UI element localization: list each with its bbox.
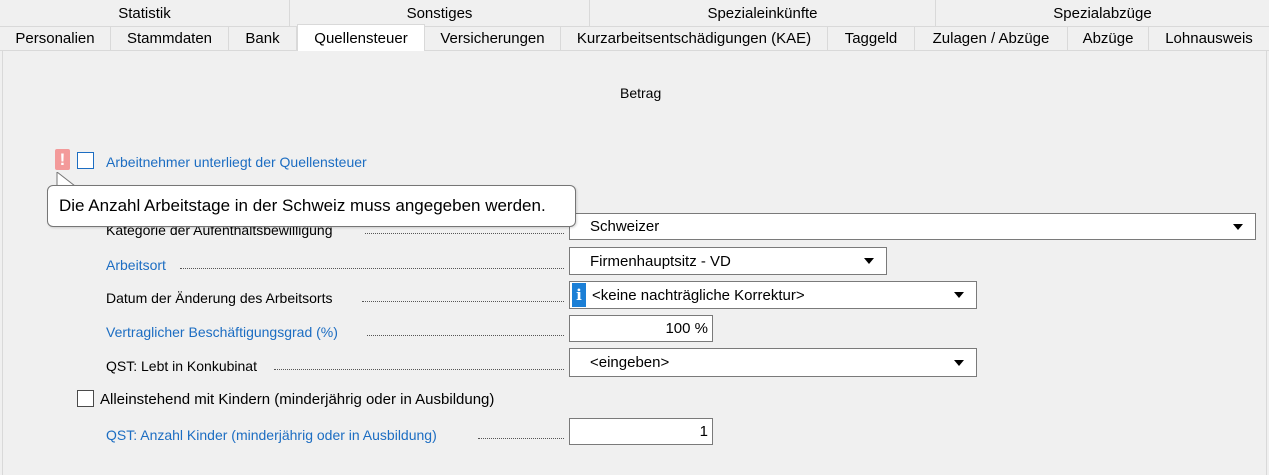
tab-spezialabzuege[interactable]: Spezialabzüge xyxy=(936,0,1269,26)
chevron-down-icon xyxy=(954,292,964,298)
tab-bank[interactable]: Bank xyxy=(229,27,297,50)
alleinstehend-label[interactable]: Alleinstehend mit Kindern (minderjährig … xyxy=(100,391,494,408)
kinder-input[interactable]: 1 xyxy=(569,418,713,445)
tab-lohnausweis[interactable]: Lohnausweis xyxy=(1149,27,1269,50)
tab-statistik[interactable]: Statistik xyxy=(0,0,290,26)
konkubinat-leader xyxy=(274,369,564,370)
konkubinat-label: QST: Lebt in Konkubinat xyxy=(106,358,257,374)
grad-input[interactable]: 100 % xyxy=(569,315,713,342)
tab-row-bottom: Personalien Stammdaten Bank Quellensteue… xyxy=(0,24,1269,51)
datum-dropdown[interactable]: i <keine nachträgliche Korrektur> xyxy=(569,281,977,309)
chevron-down-icon xyxy=(1233,223,1243,230)
column-header-betrag: Betrag xyxy=(620,85,662,101)
chevron-down-icon xyxy=(864,258,874,264)
tab-taggeld[interactable]: Taggeld xyxy=(828,27,915,50)
datum-label: Datum der Änderung des Arbeitsorts xyxy=(106,290,333,306)
tab-versicherungen[interactable]: Versicherungen xyxy=(425,27,561,50)
quellensteuer-checkbox[interactable] xyxy=(77,152,94,169)
kategorie-value: Schweizer xyxy=(590,218,660,235)
tab-sonstiges[interactable]: Sonstiges xyxy=(290,0,590,26)
grad-label: Vertraglicher Beschäftigungsgrad (%) xyxy=(106,324,338,340)
warning-icon[interactable]: ! xyxy=(55,149,70,170)
tab-row-top: Statistik Sonstiges Spezialeinkünfte Spe… xyxy=(0,0,1269,27)
tab-abzuege[interactable]: Abzüge xyxy=(1068,27,1149,50)
datum-value: <keine nachträgliche Korrektur> xyxy=(592,286,805,304)
arbeitsort-leader xyxy=(180,268,564,269)
kategorie-leader xyxy=(365,233,564,234)
info-icon: i xyxy=(572,283,586,307)
tab-kurzarbeit[interactable]: Kurzarbeitsentschädigungen (KAE) xyxy=(561,27,828,50)
tab-spezialeinkuenfte[interactable]: Spezialeinkünfte xyxy=(590,0,936,26)
kinder-label: QST: Anzahl Kinder (minderjährig oder in… xyxy=(106,427,437,443)
tab-stammdaten[interactable]: Stammdaten xyxy=(111,27,229,50)
tab-zulagen-abzuege[interactable]: Zulagen / Abzüge xyxy=(915,27,1068,50)
validation-tooltip: Die Anzahl Arbeitstage in der Schweiz mu… xyxy=(47,185,576,227)
chevron-down-icon xyxy=(954,359,964,366)
konkubinat-dropdown[interactable]: <eingeben> xyxy=(569,348,977,377)
tab-quellensteuer[interactable]: Quellensteuer xyxy=(297,24,425,51)
kategorie-dropdown[interactable]: Schweizer xyxy=(569,213,1256,240)
arbeitsort-dropdown[interactable]: Firmenhauptsitz - VD xyxy=(569,247,887,275)
kinder-leader xyxy=(478,438,564,439)
arbeitsort-value: Firmenhauptsitz - VD xyxy=(590,252,731,270)
quellensteuer-checkbox-label[interactable]: Arbeitnehmer unterliegt der Quellensteue… xyxy=(106,154,367,170)
grad-leader xyxy=(367,335,564,336)
datum-leader xyxy=(362,301,564,302)
arbeitsort-label: Arbeitsort xyxy=(106,257,166,273)
tab-personalien[interactable]: Personalien xyxy=(0,27,111,50)
konkubinat-value: <eingeben> xyxy=(590,354,670,371)
alleinstehend-checkbox[interactable] xyxy=(77,390,94,407)
